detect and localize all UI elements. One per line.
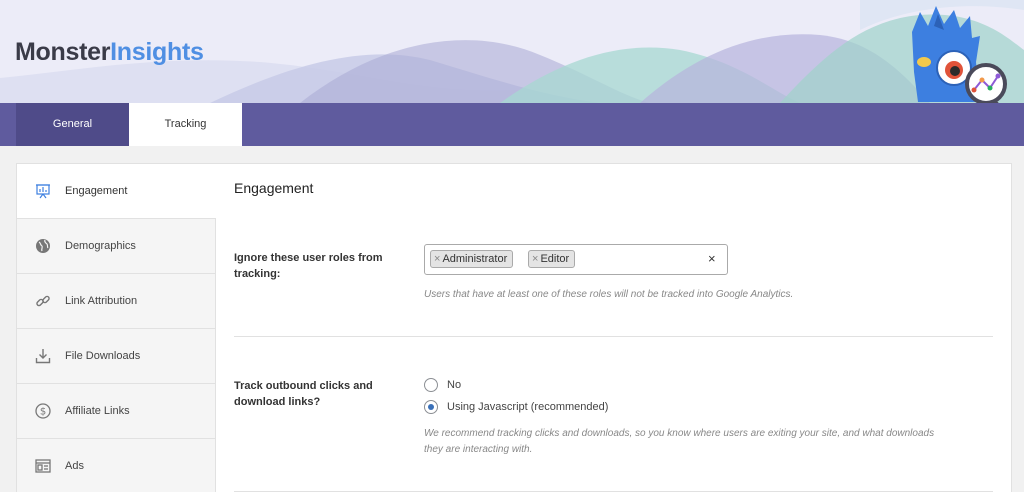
ignore-roles-help: Users that have at least one of these ro… [424,289,794,300]
clear-selection-icon[interactable]: × [708,251,716,266]
outbound-label: Track outbound clicks and download links… [234,378,373,410]
logo-text-monster: Monster [15,38,111,66]
ignore-roles-label-line1: Ignore these user roles from [234,252,383,264]
settings-tabbar: General Tracking [0,103,1024,146]
sidebar-item-engagement[interactable]: Engagement [17,164,216,219]
sidebar-item-affiliate-links[interactable]: $ Affiliate Links [17,384,215,439]
outbound-help-line2: they are interacting with. [424,444,533,455]
sidebar-item-label: Engagement [65,185,128,197]
chip-remove-icon[interactable]: × [434,253,440,265]
monsterinsights-logo: MonsterInsights [15,38,204,67]
outbound-help: We recommend tracking clicks and downloa… [424,426,934,458]
role-chip-administrator: × Administrator [430,250,514,268]
sidebar-item-label: File Downloads [65,350,141,362]
chip-label: Editor [540,253,570,265]
radio-button[interactable] [424,400,438,414]
radio-label: Using Javascript (recommended) [447,401,609,413]
engagement-settings: Engagement Ignore these user roles from … [217,164,1011,492]
tab-general[interactable]: General [16,103,129,146]
ads-layout-icon [34,457,52,475]
monster-mascot-icon [912,6,1007,103]
settings-panel: Engagement Demographics Link Attribution [16,163,1012,492]
sidebar-item-link-attribution[interactable]: Link Attribution [17,274,215,329]
radio-button[interactable] [424,378,438,392]
section-divider [234,336,993,337]
logo-text-insights: Insights [110,38,204,66]
tracking-sidebar: Engagement Demographics Link Attribution [17,164,216,492]
download-icon [34,347,52,365]
presentation-chart-icon [34,182,52,200]
header-banner: MonsterInsights [0,0,1024,103]
role-chip-editor: × Editor [528,250,576,268]
globe-icon [34,237,52,255]
outbound-help-line1: We recommend tracking clicks and downloa… [424,428,935,439]
sidebar-item-label: Affiliate Links [65,405,130,417]
chip-remove-icon[interactable]: × [532,253,538,265]
sidebar-item-label: Link Attribution [65,295,138,307]
sidebar-item-label: Demographics [65,240,136,252]
outbound-label-line2: download links? [234,396,321,408]
sidebar-item-demographics[interactable]: Demographics [17,219,215,274]
user-roles-multiselect[interactable]: × Administrator × Editor × [424,244,728,275]
section-title: Engagement [234,180,314,196]
radio-option-javascript[interactable]: Using Javascript (recommended) [424,400,608,414]
ignore-roles-label: Ignore these user roles from tracking: [234,250,383,282]
outbound-label-line1: Track outbound clicks and [234,380,373,392]
svg-text:$: $ [40,407,46,418]
chip-label: Administrator [442,253,508,265]
sidebar-item-ads[interactable]: Ads [17,439,215,492]
tab-tracking[interactable]: Tracking [129,103,242,146]
ignore-roles-label-line2: tracking: [234,268,281,280]
radio-label: No [447,379,462,391]
link-icon [34,292,52,310]
radio-option-no[interactable]: No [424,378,461,392]
sidebar-item-label: Ads [65,460,84,472]
sidebar-item-file-downloads[interactable]: File Downloads [17,329,215,384]
dollar-icon: $ [34,402,52,420]
